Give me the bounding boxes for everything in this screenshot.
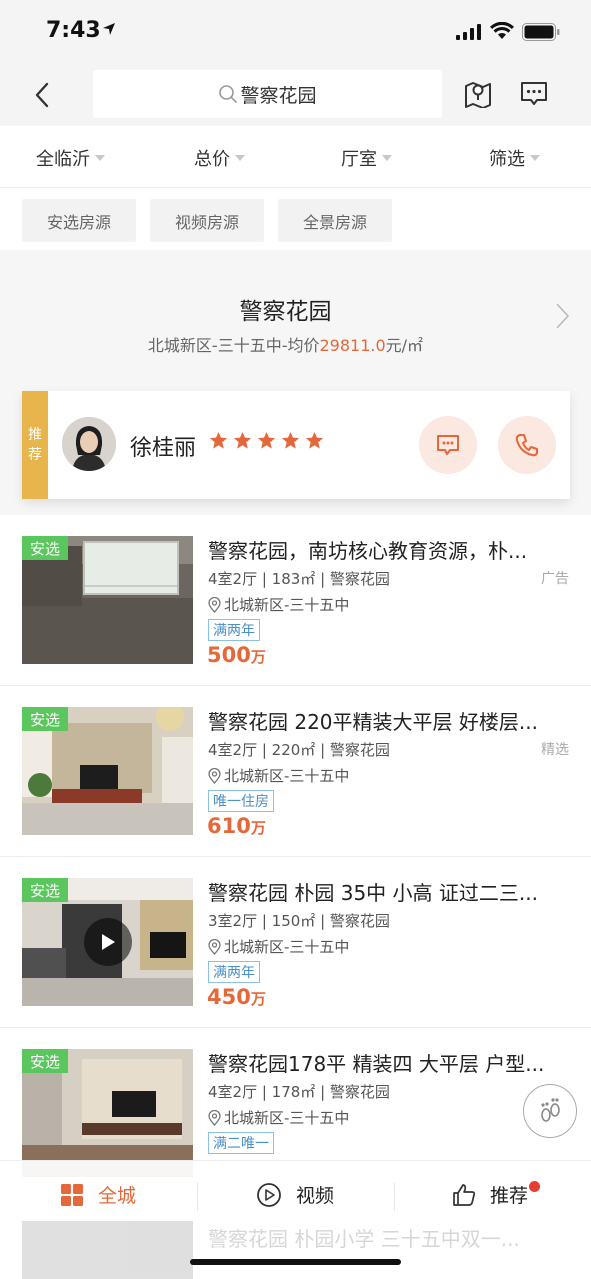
tag-anxuan-listings[interactable]: 安选房源 (22, 199, 136, 242)
listing-meta: 4室2厅 | 178㎡ | 警察花园 (208, 1083, 390, 1101)
tab-recommend[interactable]: 推荐 (452, 1181, 528, 1208)
listing-thumbnail: 安选 (22, 878, 193, 1006)
community-name: 警察花园 (239, 299, 332, 325)
filter-price-dropdown[interactable]: 总价 (194, 145, 245, 171)
browse-history-button[interactable] (523, 1084, 577, 1138)
star-icon (233, 431, 252, 449)
chevron-down-icon (530, 155, 540, 161)
cellular-signal-icon (456, 24, 481, 40)
location-pin-icon (208, 938, 221, 955)
location-pin-icon (208, 767, 221, 784)
listing-title: 警察花园178平 精装四 大平层 户型... (208, 1052, 545, 1076)
map-icon[interactable] (464, 78, 492, 108)
back-arrow-icon[interactable] (28, 80, 58, 110)
message-icon[interactable] (519, 78, 549, 108)
recommend-tag: 推荐 (22, 391, 48, 499)
listing-meta: 4室2厅 | 183㎡ | 警察花园 (208, 570, 390, 588)
location-pin-icon (208, 1109, 221, 1126)
chevron-down-icon (235, 155, 245, 161)
search-query: 警察花园 (240, 84, 317, 107)
anxuan-badge: 安选 (22, 1049, 68, 1073)
grid-icon (61, 1183, 83, 1206)
listing-item[interactable]: 安选 警察花园 朴园 35中 小高 证过二三... 3室2厅 | 150㎡ | … (0, 857, 591, 1028)
filter-rooms-dropdown[interactable]: 厅室 (341, 145, 392, 171)
listing-meta: 3室2厅 | 150㎡ | 警察花园 (208, 912, 390, 930)
agent-name: 徐桂丽 (130, 436, 197, 461)
phone-icon (515, 434, 538, 457)
listing-price: 610万 (207, 814, 266, 838)
avatar (62, 417, 116, 471)
star-icon (305, 431, 324, 449)
agent-call-button[interactable] (498, 416, 556, 474)
listing-feature-tag: 唯一住房 (208, 790, 274, 812)
listing-item[interactable]: 安选 警察花园，南坊核心教育资源，朴... 4室2厅 | 183㎡ | 警察花园… (0, 515, 591, 686)
listing-ad-badge: 广告 (541, 571, 569, 587)
filter-region-dropdown[interactable]: 全临沂 (36, 145, 105, 171)
star-icon (281, 431, 300, 449)
agent-rating (209, 431, 324, 450)
chevron-right-icon (556, 303, 570, 329)
star-icon (257, 431, 276, 449)
play-video-icon[interactable] (84, 918, 132, 966)
location-pin-icon (208, 596, 221, 613)
listing-title: 警察花园 朴园 35中 小高 证过二三... (208, 881, 538, 905)
listing-thumbnail: 安选 (22, 707, 193, 835)
community-card[interactable]: 警察花园 北城新区-三十五中-均价29811.0元/㎡ 推荐 徐桂丽 (0, 250, 591, 515)
chevron-down-icon (382, 155, 392, 161)
anxuan-badge: 安选 (22, 536, 68, 560)
listing-price: 500万 (207, 643, 266, 667)
anxuan-badge: 安选 (22, 707, 68, 731)
next-listing-peek: 警察花园 朴园小学 三十五中双一... (0, 1221, 591, 1279)
filter-bar: 全临沂 总价 厅室 筛选 (0, 126, 591, 188)
listing-meta: 4室2厅 | 220㎡ | 警察花园 (208, 741, 390, 759)
location-arrow-icon (103, 23, 115, 35)
tab-divider (394, 1183, 395, 1211)
community-avg-price: 29811.0 (319, 336, 386, 355)
listing-price: 450万 (207, 985, 266, 1009)
wifi-icon (490, 22, 514, 39)
chat-icon (437, 435, 459, 455)
listing-feature-tag: 满二唯一 (208, 1132, 274, 1154)
listing-item[interactable]: 安选 警察花园 220平精装大平层 好楼层... 4室2厅 | 220㎡ | 警… (0, 686, 591, 857)
listing-location: 北城新区-三十五中 (208, 1107, 349, 1128)
search-icon (219, 85, 238, 103)
home-indicator[interactable] (190, 1259, 401, 1265)
quick-tags: 安选房源 视频房源 全景房源 (0, 188, 591, 250)
notification-dot (529, 1181, 540, 1192)
listing-location: 北城新区-三十五中 (208, 936, 349, 957)
listing-location: 北城新区-三十五中 (208, 765, 349, 786)
filter-more-dropdown[interactable]: 筛选 (489, 145, 540, 171)
status-bar: 7:43 (0, 0, 591, 62)
star-icon (209, 431, 228, 449)
play-circle-icon (257, 1182, 281, 1207)
listing-feature-tag: 满两年 (208, 619, 260, 641)
chevron-down-icon (95, 155, 105, 161)
status-time: 7:43 (46, 18, 101, 43)
community-summary: 北城新区-三十五中-均价29811.0元/㎡ (147, 336, 424, 355)
tab-video[interactable]: 视频 (256, 1181, 334, 1208)
agent-chat-button[interactable] (419, 416, 477, 474)
listing-location: 北城新区-三十五中 (208, 594, 349, 615)
battery-icon (522, 23, 560, 41)
tab-city[interactable]: 全城 (60, 1181, 136, 1208)
agent-card[interactable]: 推荐 徐桂丽 (22, 391, 570, 499)
thumbs-up-icon (453, 1183, 476, 1206)
listing-title: 警察花园，南坊核心教育资源，朴... (208, 539, 528, 563)
tag-video-listings[interactable]: 视频房源 (150, 199, 264, 242)
tab-divider (197, 1183, 198, 1211)
listing-featured-badge: 精选 (541, 742, 569, 758)
listing-feature-tag: 满两年 (208, 961, 260, 983)
listing-title: 警察花园 220平精装大平层 好楼层... (208, 710, 538, 734)
search-input[interactable]: 警察花园 (93, 70, 442, 118)
listing-thumbnail: 安选 (22, 536, 193, 664)
tag-panorama-listings[interactable]: 全景房源 (278, 199, 392, 242)
footprint-icon (541, 1098, 560, 1122)
search-header: 警察花园 (0, 62, 591, 126)
anxuan-badge: 安选 (22, 878, 68, 902)
listing-thumbnail: 安选 (22, 1049, 193, 1177)
